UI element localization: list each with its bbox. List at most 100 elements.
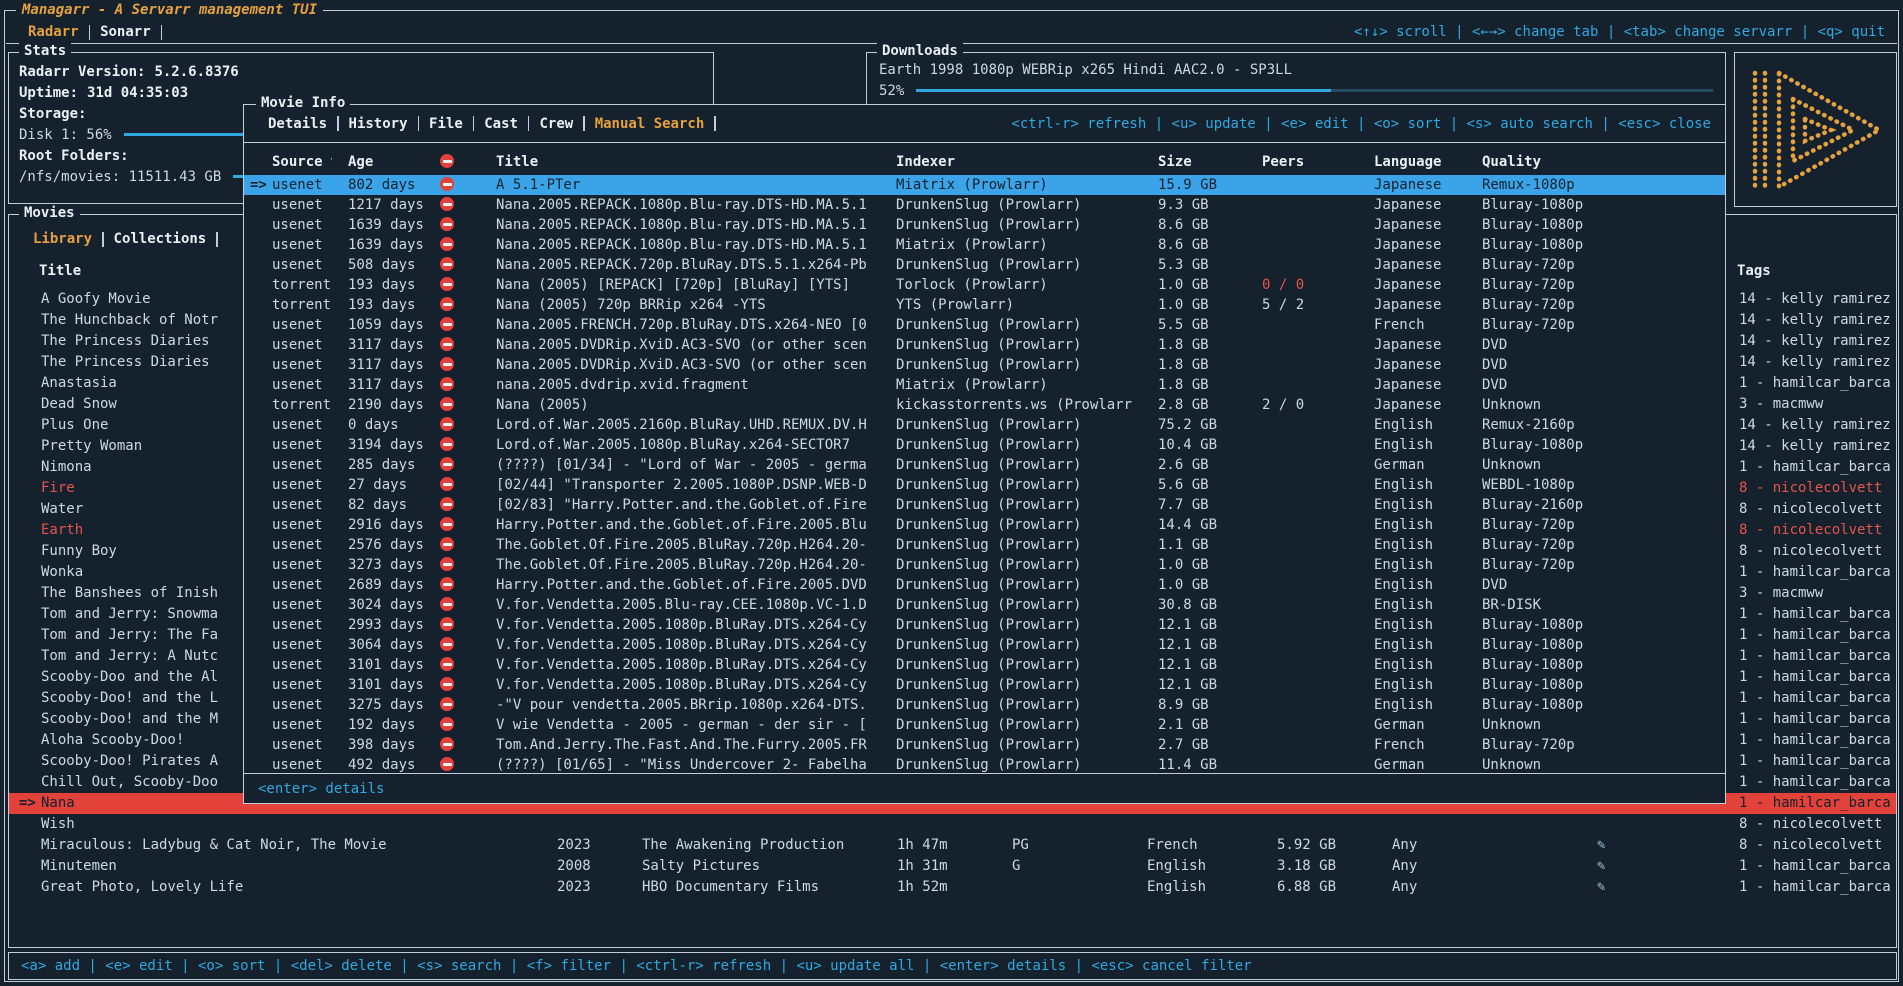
tab[interactable]: Manual Search bbox=[585, 116, 715, 132]
release-age: 285 days bbox=[332, 455, 424, 475]
release-title: Nana (2005) [REPACK] [720p] [BluRay] [YT… bbox=[480, 275, 880, 295]
release-size: 30.8 GB bbox=[1142, 595, 1246, 615]
tab[interactable]: Sonarr bbox=[90, 24, 161, 40]
movie-tag: 14 - kelly ramirez bbox=[1729, 310, 1896, 331]
release-row[interactable]: usenet 3101 days V.for.Vendetta.2005.108… bbox=[244, 655, 1725, 675]
movie-title: Water bbox=[41, 501, 83, 517]
release-row[interactable]: usenet 3117 days Nana.2005.DVDRip.XviD.A… bbox=[244, 335, 1725, 355]
release-title: Nana.2005.REPACK.1080p.Blu-ray.DTS-HD.MA… bbox=[480, 215, 880, 235]
release-row[interactable]: usenet 398 days Tom.And.Jerry.The.Fast.A… bbox=[244, 735, 1725, 755]
release-rejection bbox=[424, 335, 480, 355]
header-age[interactable]: Age bbox=[332, 151, 424, 173]
header-quality[interactable]: Quality bbox=[1466, 151, 1725, 173]
release-row[interactable]: usenet 1059 days Nana.2005.FRENCH.720p.B… bbox=[244, 315, 1725, 335]
rejection-icon bbox=[440, 257, 454, 271]
header-title[interactable]: Title bbox=[480, 151, 880, 173]
movie-availability: Any bbox=[1384, 835, 1589, 856]
release-row[interactable]: torrent 193 days Nana (2005) [REPACK] [7… bbox=[244, 275, 1725, 295]
release-rejection bbox=[424, 555, 480, 575]
header-language[interactable]: Language bbox=[1358, 151, 1466, 173]
release-row[interactable]: usenet 285 days (????) [01/34] - "Lord o… bbox=[244, 455, 1725, 475]
release-row[interactable]: usenet 2916 days Harry.Potter.and.the.Go… bbox=[244, 515, 1725, 535]
release-row[interactable]: usenet 3064 days V.for.Vendetta.2005.108… bbox=[244, 635, 1725, 655]
header-source[interactable]: Source ▼ bbox=[244, 151, 332, 173]
header-size[interactable]: Size bbox=[1142, 151, 1246, 173]
release-row[interactable]: usenet 3117 days Nana.2005.DVDRip.XviD.A… bbox=[244, 355, 1725, 375]
tab[interactable]: Crew bbox=[529, 116, 583, 132]
movie-title: Scooby-Doo! and the M bbox=[41, 711, 218, 727]
release-source: usenet bbox=[272, 657, 323, 673]
release-title: Nana.2005.FRENCH.720p.BluRay.DTS.x264-NE… bbox=[480, 315, 880, 335]
release-row[interactable]: usenet 508 days Nana.2005.REPACK.720p.Bl… bbox=[244, 255, 1725, 275]
download-item-row[interactable]: Earth 1998 1080p WEBRip x265 Hindi AAC2.… bbox=[879, 59, 1713, 80]
uptime-label: Uptime: bbox=[19, 85, 78, 101]
movie-row[interactable]: Great Photo, Lovely Life 2023 HBO Docume… bbox=[9, 877, 1896, 898]
tab[interactable]: Collections bbox=[104, 231, 217, 247]
release-language: Japanese bbox=[1358, 375, 1466, 395]
release-row[interactable]: usenet 3194 days Lord.of.War.2005.1080p.… bbox=[244, 435, 1725, 455]
release-row[interactable]: usenet 1639 days Nana.2005.REPACK.1080p.… bbox=[244, 215, 1725, 235]
movie-row[interactable]: Miraculous: Ladybug & Cat Noir, The Movi… bbox=[9, 835, 1896, 856]
release-row[interactable]: usenet 3101 days V.for.Vendetta.2005.108… bbox=[244, 675, 1725, 695]
release-indexer: DrunkenSlug (Prowlarr) bbox=[880, 555, 1142, 575]
release-row[interactable]: usenet 27 days [02/44] "Transporter 2.20… bbox=[244, 475, 1725, 495]
release-row[interactable]: usenet 492 days (????) [01/65] - "Miss U… bbox=[244, 755, 1725, 775]
movie-tag: 1 - hamilcar_barca bbox=[1729, 730, 1896, 751]
release-row[interactable]: torrent 2190 days Nana (2005) kickasstor… bbox=[244, 395, 1725, 415]
release-language: German bbox=[1358, 755, 1466, 775]
release-quality: Bluray-720p bbox=[1466, 315, 1725, 335]
release-row[interactable]: usenet 192 days V wie Vendetta - 2005 - … bbox=[244, 715, 1725, 735]
tab[interactable]: History bbox=[339, 116, 418, 132]
release-row[interactable]: usenet 3275 days -"V pour vendetta.2005.… bbox=[244, 695, 1725, 715]
release-rejection bbox=[424, 395, 480, 415]
release-size: 15.9 GB bbox=[1142, 175, 1246, 195]
tab[interactable]: File bbox=[419, 116, 473, 132]
release-indexer: DrunkenSlug (Prowlarr) bbox=[880, 595, 1142, 615]
movie-row[interactable]: Minutemen 2008 Salty Pictures 1h 31m G E… bbox=[9, 856, 1896, 877]
release-row[interactable]: usenet 2576 days The.Goblet.Of.Fire.2005… bbox=[244, 535, 1725, 555]
movie-language: English bbox=[1139, 856, 1269, 877]
selection-arrow: => bbox=[250, 175, 272, 195]
release-row[interactable]: usenet 0 days Lord.of.War.2005.2160p.Blu… bbox=[244, 415, 1725, 435]
release-row[interactable]: usenet 1217 days Nana.2005.REPACK.1080p.… bbox=[244, 195, 1725, 215]
release-row[interactable]: usenet 3273 days The.Goblet.Of.Fire.2005… bbox=[244, 555, 1725, 575]
header-peers[interactable]: Peers bbox=[1246, 151, 1358, 173]
tab-separator bbox=[714, 116, 716, 131]
tab-separator bbox=[161, 25, 163, 40]
release-source: usenet bbox=[272, 737, 323, 753]
tab[interactable]: Details bbox=[258, 116, 337, 132]
tab[interactable]: Cast bbox=[474, 116, 528, 132]
release-size: 1.0 GB bbox=[1142, 575, 1246, 595]
release-age: 2689 days bbox=[332, 575, 424, 595]
release-size: 2.7 GB bbox=[1142, 735, 1246, 755]
disk-label: Disk 1: 56% bbox=[19, 127, 112, 143]
header-indexer[interactable]: Indexer bbox=[880, 151, 1142, 173]
movie-row[interactable]: Wish 8 - nicolecolvett bbox=[9, 814, 1896, 835]
stats-panel-title: Stats bbox=[19, 43, 71, 59]
release-row[interactable]: usenet 2993 days V.for.Vendetta.2005.108… bbox=[244, 615, 1725, 635]
release-title: V wie Vendetta - 2005 - german - der sir… bbox=[480, 715, 880, 735]
release-row[interactable]: usenet 3024 days V.for.Vendetta.2005.Blu… bbox=[244, 595, 1725, 615]
release-source: usenet bbox=[272, 517, 323, 533]
movie-tag: 1 - hamilcar_barca bbox=[1729, 751, 1896, 772]
release-language: Japanese bbox=[1358, 335, 1466, 355]
tab[interactable]: Radarr bbox=[18, 24, 89, 40]
release-row[interactable]: torrent 193 days Nana (2005) 720p BRRip … bbox=[244, 295, 1725, 315]
release-source: usenet bbox=[272, 537, 323, 553]
release-row[interactable]: =>usenet 802 days A 5.1-PTer Miatrix (Pr… bbox=[244, 175, 1725, 195]
release-language: French bbox=[1358, 735, 1466, 755]
release-rejection bbox=[424, 215, 480, 235]
release-title: Lord.of.War.2005.2160p.BluRay.UHD.REMUX.… bbox=[480, 415, 880, 435]
release-language: French bbox=[1358, 315, 1466, 335]
release-row[interactable]: usenet 1639 days Nana.2005.REPACK.1080p.… bbox=[244, 235, 1725, 255]
release-row[interactable]: usenet 82 days [02/83] "Harry.Potter.and… bbox=[244, 495, 1725, 515]
release-row[interactable]: usenet 2689 days Harry.Potter.and.the.Go… bbox=[244, 575, 1725, 595]
release-rejection bbox=[424, 175, 480, 195]
release-row[interactable]: usenet 3117 days nana.2005.dvdrip.xvid.f… bbox=[244, 375, 1725, 395]
release-rejection bbox=[424, 595, 480, 615]
movie-language: English bbox=[1139, 877, 1269, 898]
release-size: 8.6 GB bbox=[1142, 215, 1246, 235]
tab[interactable]: Library bbox=[23, 231, 102, 247]
movie-info-keybindings: <ctrl-r> refresh | <u> update | <e> edit… bbox=[1011, 116, 1711, 132]
release-rejection bbox=[424, 355, 480, 375]
